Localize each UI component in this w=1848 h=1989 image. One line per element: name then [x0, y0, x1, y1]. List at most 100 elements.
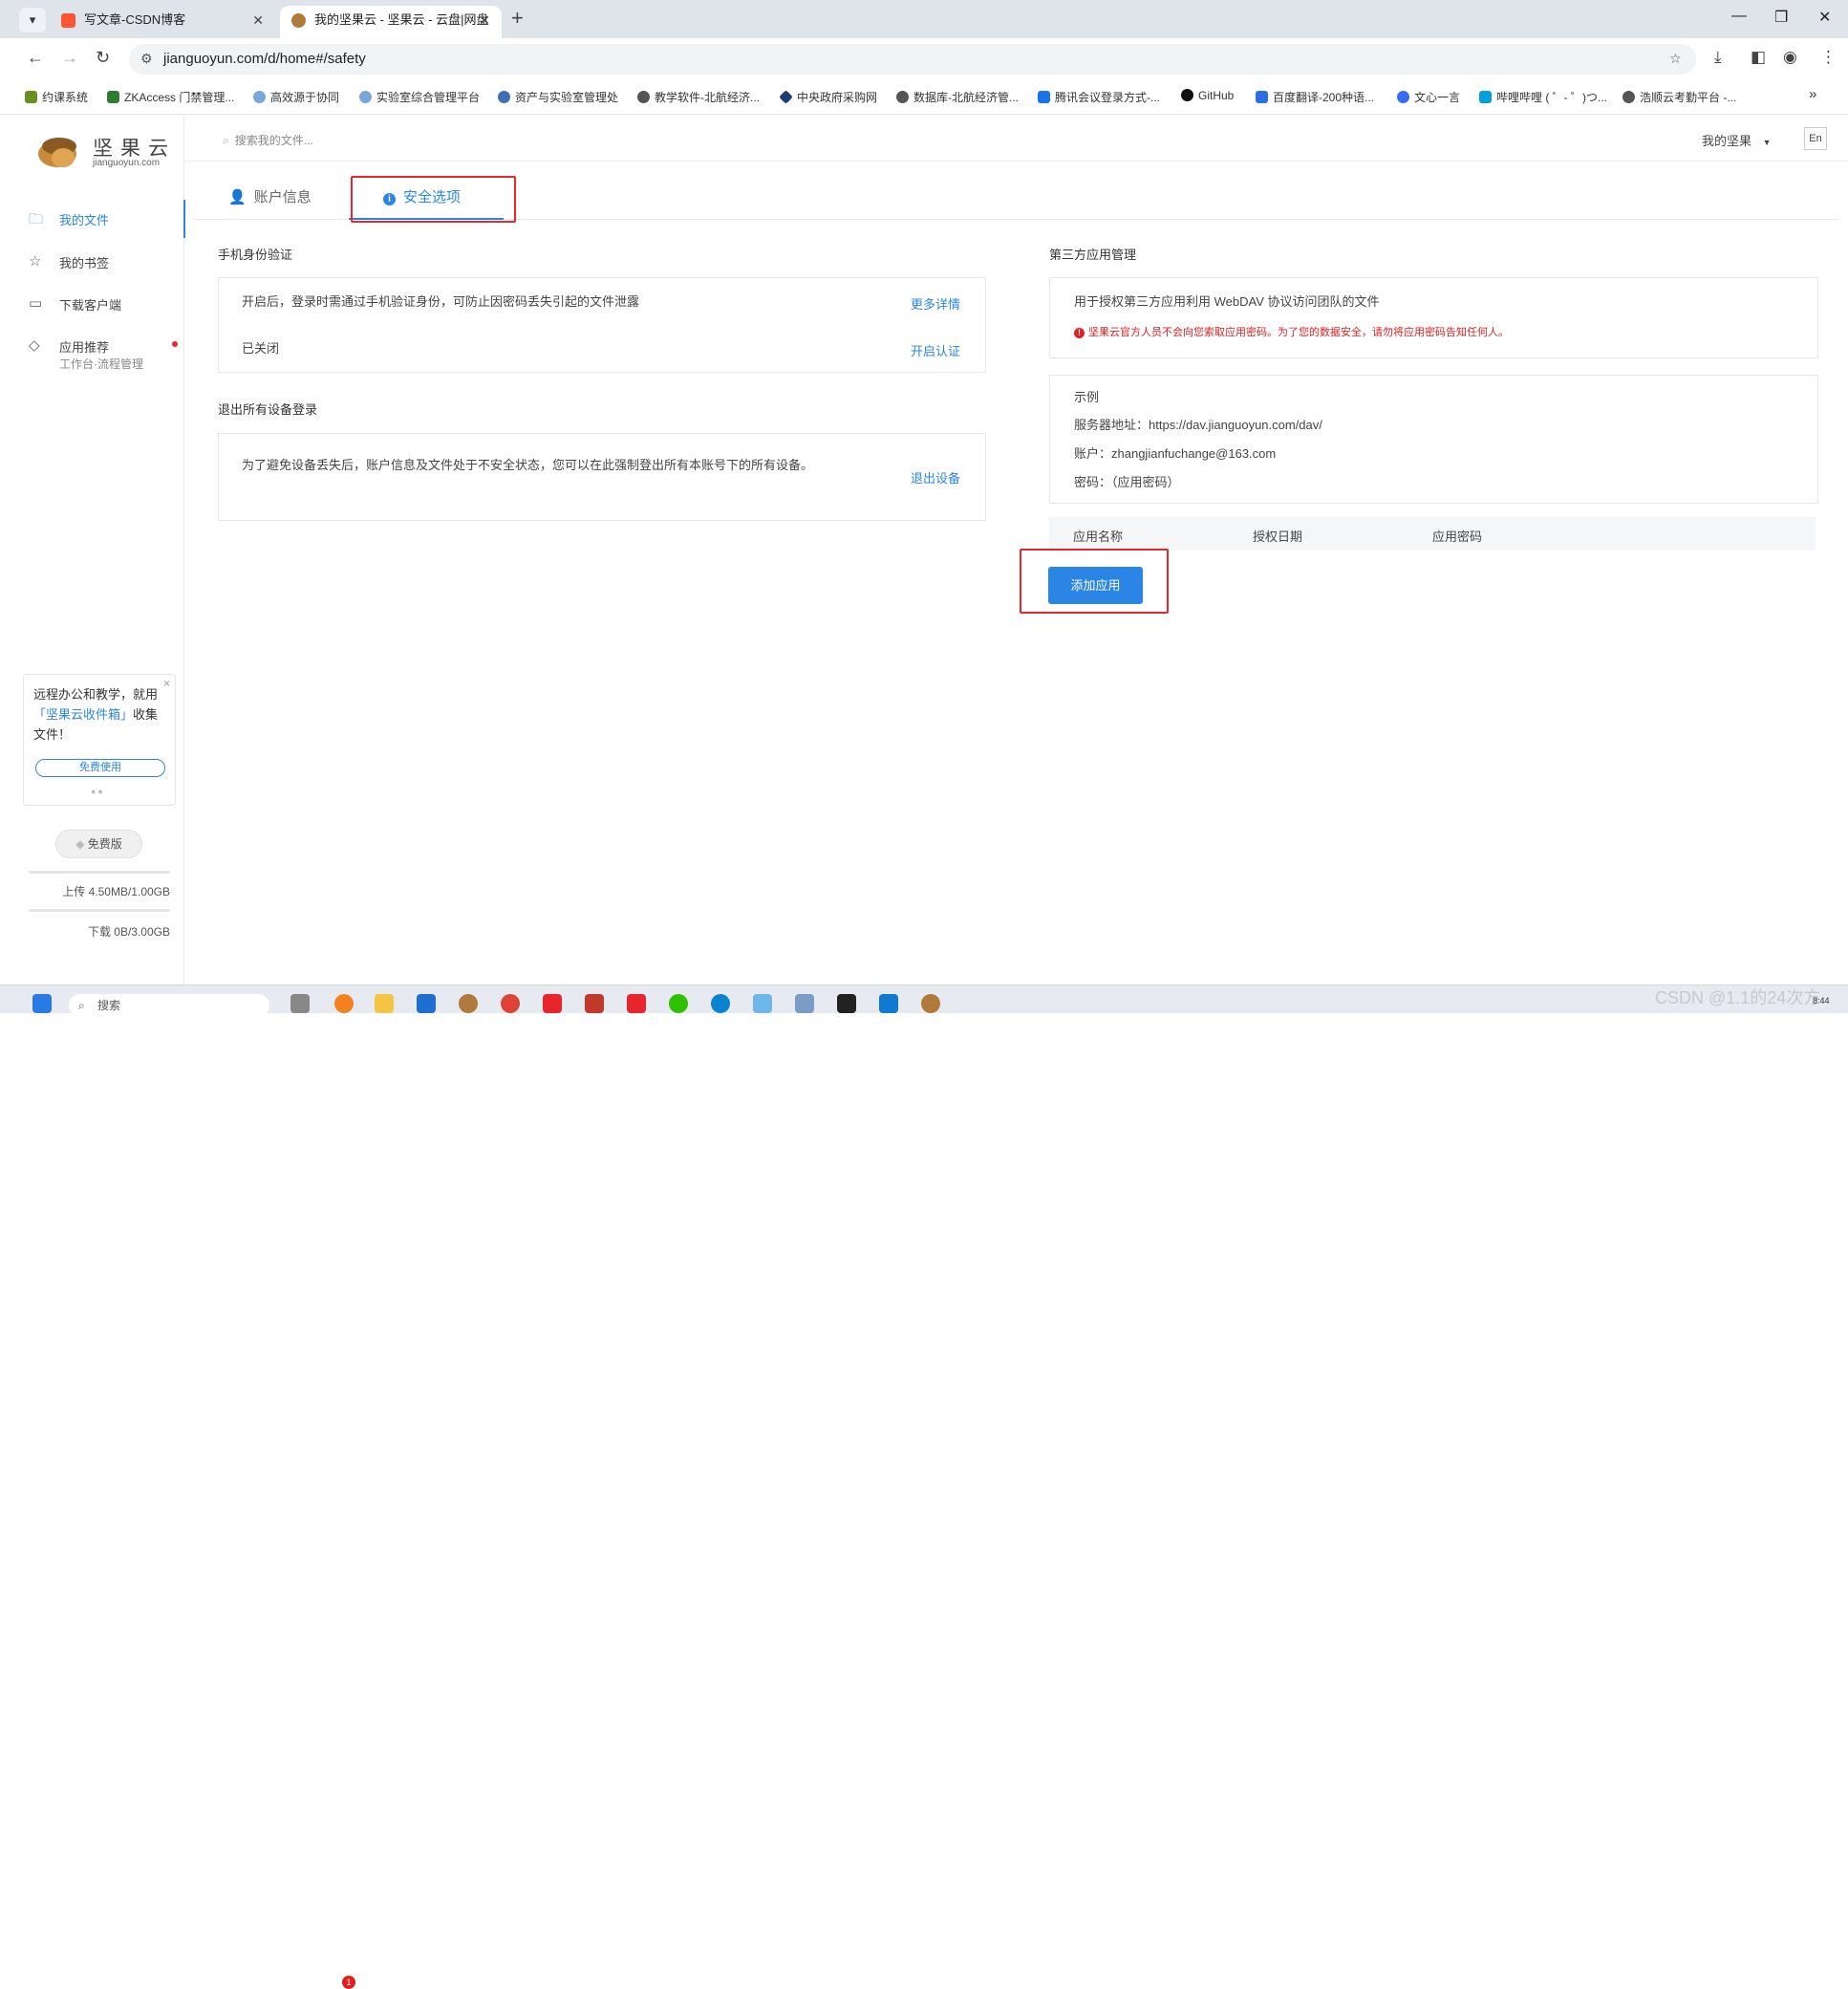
tab-search-menu-icon[interactable]: ▾ — [19, 8, 46, 32]
minimize-icon[interactable]: — — [1731, 8, 1747, 25]
browser-tab-csdn[interactable]: 写文章-CSDN博客 ✕ — [50, 6, 275, 38]
windows-start-icon[interactable] — [32, 994, 52, 1013]
logout-devices-panel: 为了避免设备丢失后，账户信息及文件处于不安全状态，您可以在此强制登出所有本账号下… — [218, 433, 986, 521]
store-icon[interactable] — [417, 994, 436, 1013]
browser-tab-jianguoyun[interactable]: 我的坚果云 - 坚果云 - 云盘|网盘 ✕ — [280, 6, 502, 38]
back-icon[interactable]: ← — [27, 48, 44, 68]
wps-icon[interactable] — [627, 994, 646, 1013]
browser-menu-icon[interactable]: ⋮ — [1820, 48, 1837, 67]
bookmark-item[interactable]: 哔哩哔哩 ( ゜- ゜)つ... — [1479, 89, 1607, 105]
tab-account-info[interactable]: 👤 账户信息 — [228, 186, 312, 206]
main-content: 👤 账户信息 i 安全选项 手机身份验证 开启后，登录时需通过手机验证身份，可防止因… — [194, 175, 1838, 984]
acorn-logo-icon — [38, 138, 76, 167]
bookmark-item[interactable]: 百度翻译-200种语... — [1256, 89, 1374, 105]
chrome-icon[interactable] — [501, 994, 520, 1013]
reload-icon[interactable]: ↻ — [96, 48, 110, 68]
bookmark-label: 数据库-北航经济管... — [913, 91, 1019, 104]
phone-auth-panel: 开启后，登录时需通过手机验证身份，可防止因密码丢失引起的文件泄露 更多详情 已关… — [218, 277, 986, 373]
bookmark-item[interactable]: 中央政府采购网 — [779, 89, 877, 105]
sidebar: 坚果云 jianguoyun.com 🗀 我的文件 ☆ 我的书签 ▭ 下载客户端… — [0, 116, 185, 984]
sidebar-item-label: 我的文件 — [59, 213, 110, 227]
site-info-icon[interactable]: ⚙ — [140, 51, 153, 67]
system-clock[interactable]: 8:44 — [1813, 996, 1830, 1005]
app-icon[interactable] — [795, 994, 814, 1013]
app-icon[interactable] — [334, 994, 354, 1013]
account-row: 账户：zhangjianfuchange@163.com — [1074, 443, 1276, 465]
task-view-icon[interactable] — [290, 994, 310, 1013]
close-window-icon[interactable]: ✕ — [1818, 8, 1831, 27]
url-text[interactable]: jianguoyun.com/d/home#/safety — [163, 51, 366, 67]
upload-quota-bar — [29, 871, 170, 874]
side-panel-icon[interactable]: ◧ — [1751, 48, 1766, 67]
bookmark-item[interactable]: ZKAccess 门禁管理... — [107, 89, 234, 105]
third-party-title: 第三方应用管理 — [1049, 248, 1137, 262]
my-nut-menu[interactable]: 我的坚果 ▼ — [1702, 131, 1772, 149]
bookmark-item[interactable]: 数据库-北航经济管... — [896, 89, 1019, 105]
wps-icon[interactable] — [543, 994, 562, 1013]
bookmark-label: 实验室综合管理平台 — [376, 91, 481, 104]
caret-down-icon: ▼ — [1762, 138, 1772, 147]
folder-icon: 🗀 — [29, 211, 44, 227]
close-tab-icon[interactable]: ✕ — [252, 6, 264, 34]
more-bookmarks-button[interactable]: » — [1809, 86, 1816, 102]
download-icon[interactable]: ⤓ — [1714, 48, 1722, 67]
password-row: 密码：（应用密码） — [1074, 472, 1180, 493]
sidebar-item-bookmarks[interactable]: ☆ 我的书签 — [0, 243, 184, 281]
tag-icon: ◇ — [29, 337, 40, 354]
bookmark-item[interactable]: 约课系统 — [25, 89, 88, 105]
bookmark-item[interactable]: 浩顺云考勤平台 -... — [1622, 89, 1736, 105]
bookmark-item[interactable]: GitHub — [1181, 89, 1234, 102]
sidebar-item-sublabel: 工作台·流程管理 — [59, 357, 143, 371]
server-value: https://dav.jianguoyun.com/dav/ — [1149, 418, 1322, 432]
free-use-button[interactable]: 免费使用 — [35, 759, 165, 777]
bookmark-star-icon[interactable]: ☆ — [1669, 51, 1682, 67]
close-tab-icon[interactable]: ✕ — [479, 6, 490, 34]
browser-toolbar: ← → ↻ ⚙ jianguoyun.com/d/home#/safety ☆ … — [0, 38, 1848, 80]
enable-auth-link[interactable]: 开启认证 — [911, 341, 960, 359]
restore-icon[interactable]: ❐ — [1774, 8, 1788, 27]
app-icon[interactable] — [753, 994, 772, 1013]
promo-text: 远程办公和教学，就用「坚果云收件箱」收集文件！ — [33, 684, 167, 745]
sidebar-item-my-files[interactable]: 🗀 我的文件 — [0, 200, 185, 238]
sidebar-item-download-client[interactable]: ▭ 下载客户端 — [0, 285, 184, 323]
more-details-link[interactable]: 更多详情 — [911, 294, 960, 313]
my-nut-label: 我的坚果 — [1702, 134, 1752, 148]
promo-highlight[interactable]: 「坚果云收件箱」 — [33, 707, 133, 722]
taskbar-search[interactable]: ⌕ 搜索 — [69, 994, 269, 1017]
bookmark-item[interactable]: 文心一言 — [1397, 89, 1460, 105]
profile-avatar-icon[interactable]: ◉ — [1783, 48, 1797, 67]
bookmark-favicon-icon — [107, 91, 119, 103]
sidebar-item-app-recommend[interactable]: ◇ 应用推荐 工作台·流程管理 — [0, 327, 184, 375]
new-tab-button[interactable]: + — [511, 6, 524, 31]
example-title: 示例 — [1074, 390, 1100, 404]
bookmark-item[interactable]: 资产与实验室管理处 — [498, 89, 618, 105]
bookmark-item[interactable]: 教学软件-北航经济... — [637, 89, 760, 105]
bookmark-item[interactable]: 高效源于协同 — [253, 89, 339, 105]
logout-devices-link[interactable]: 退出设备 — [911, 468, 960, 486]
logo-domain: jianguoyun.com — [93, 158, 161, 168]
vscode-icon[interactable] — [879, 994, 898, 1013]
bookmark-label: 约课系统 — [42, 91, 89, 104]
csdn-icon — [61, 13, 75, 28]
warning-icon: ! — [1074, 328, 1085, 338]
search-input[interactable]: ⌕ 搜索我的文件... — [223, 132, 313, 148]
address-bar[interactable]: ⚙ jianguoyun.com/d/home#/safety ☆ — [129, 44, 1696, 75]
forward-icon[interactable]: → — [61, 48, 78, 68]
language-button[interactable]: En — [1804, 127, 1827, 150]
bookmark-item[interactable]: 实验室综合管理平台 — [359, 89, 480, 105]
bookmark-favicon-icon — [498, 91, 510, 103]
bookmark-label: 百度翻译-200种语... — [1273, 91, 1375, 104]
carousel-dots[interactable]: ●● — [91, 787, 105, 796]
edge-icon[interactable] — [711, 994, 730, 1013]
file-explorer-icon[interactable] — [375, 994, 394, 1013]
bookmark-item[interactable]: 腾讯会议登录方式-... — [1038, 89, 1160, 105]
free-plan-button[interactable]: ◆ 免费版 — [55, 830, 142, 858]
wechat-icon[interactable] — [669, 994, 688, 1013]
browser-tab-bar: ▾ 写文章-CSDN博客 ✕ 我的坚果云 - 坚果云 - 云盘|网盘 ✕ + —… — [0, 0, 1848, 38]
pdf-icon[interactable] — [585, 994, 604, 1013]
jianguoyun-icon[interactable] — [459, 994, 478, 1013]
bookmark-label: 哔哩哔哩 ( ゜- ゜)つ... — [1496, 91, 1607, 104]
third-party-description: 用于授权第三方应用利用 WebDAV 协议访问团队的文件 — [1074, 294, 1380, 309]
jianguoyun-icon[interactable] — [921, 994, 940, 1013]
terminal-icon[interactable] — [837, 994, 856, 1013]
